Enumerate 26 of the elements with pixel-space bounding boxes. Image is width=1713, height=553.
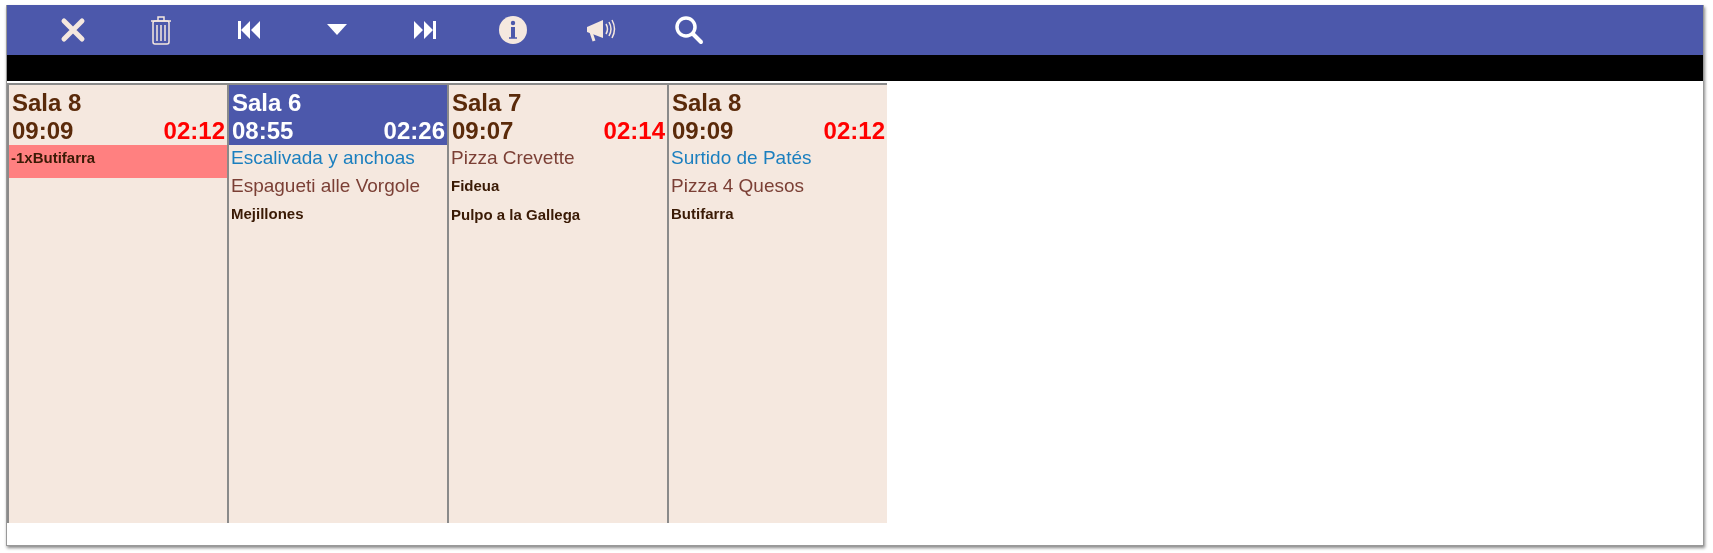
order-item: Butifarra (670, 204, 735, 224)
order-item: Espagueti alle Vorgole (230, 174, 422, 198)
order-item: Pizza Crevette (450, 146, 576, 170)
order-time: 09:09 (12, 117, 74, 145)
elapsed-time: 02:26 (383, 117, 445, 145)
order-item: -1xButifarra (9, 145, 227, 178)
room-label: Sala 8 (12, 89, 83, 117)
order-time: 09:09 (672, 117, 734, 145)
ticket-card[interactable]: Sala 7 09:07 02:14 Pizza Crevette Fideua Pulpo a la Gallega (447, 83, 667, 523)
order-time: 09:07 (452, 117, 514, 145)
elapsed-time: 02:14 (603, 117, 665, 145)
order-item: Pulpo a la Gallega (450, 205, 582, 225)
elapsed-time: 02:12 (823, 117, 885, 145)
room-label: Sala 8 (672, 89, 743, 117)
order-item: Escalivada y anchoas (230, 146, 416, 170)
elapsed-time: 02:12 (163, 117, 225, 145)
ticket-card[interactable]: Sala 6 08:55 02:26 Escalivada y anchoas Espagueti alle Vorgole Mejillones (227, 83, 447, 523)
order-item: Surtido de Patés (670, 146, 813, 170)
order-time: 08:55 (232, 117, 294, 145)
ticket-card[interactable]: Sala 8 09:09 02:12 -1xButifarra (7, 83, 227, 523)
room-label: Sala 7 (452, 89, 523, 117)
order-item: Pizza 4 Quesos (670, 174, 806, 198)
ticket-card[interactable]: Sala 8 09:09 02:12 Surtido de Patés Pizza 4 Quesos Butifarra (667, 83, 887, 523)
room-label: Sala 6 (232, 89, 303, 117)
order-item: Mejillones (230, 204, 305, 224)
order-item: Fideua (450, 176, 501, 196)
